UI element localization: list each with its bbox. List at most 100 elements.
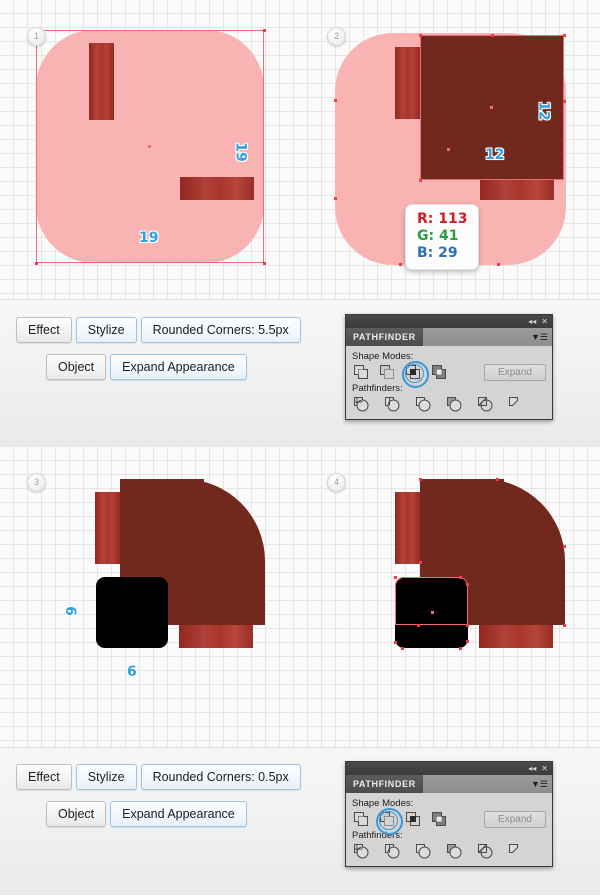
anchor-point[interactable] (466, 624, 469, 627)
pathfinder-divide-button[interactable] (352, 395, 370, 413)
step-badge-3: 3 (27, 473, 46, 492)
tabbar-empty-area: ▼☰ (422, 328, 552, 346)
pathfinders-row-bottom (352, 842, 546, 860)
pathfinder-divide-button[interactable] (352, 842, 370, 860)
close-icon[interactable]: ✕ (541, 317, 548, 326)
canvas-bottom: 6 6 3 4 (0, 447, 600, 747)
panel-menu-icon[interactable]: ▼☰ (531, 779, 548, 789)
anchor-point[interactable] (419, 561, 422, 564)
menu-rounded-corners-button[interactable]: Rounded Corners: 0.5px (140, 764, 301, 790)
rgb-green-value: G: 41 (417, 228, 459, 244)
menu-stylize-button[interactable]: Stylize (75, 317, 137, 343)
shape-mode-exclude-button[interactable] (430, 810, 448, 828)
menu-path-row-1-top: Effect Stylize Rounded Corners: 5.5px (16, 317, 305, 343)
menu-rounded-corners-button[interactable]: Rounded Corners: 5.5px (140, 317, 301, 343)
close-icon[interactable]: ✕ (541, 764, 548, 773)
anchor-point[interactable] (491, 34, 494, 37)
pathfinder-merge-button[interactable] (414, 395, 432, 413)
pathfinder-minus-back-button[interactable] (507, 842, 525, 860)
menu-path-row-2-bottom: Object Expand Appearance (46, 801, 251, 827)
canvas-top: 19 19 1 12 12 R: 113 G: 41 B: 29 2 (0, 0, 600, 299)
menu-effect-button[interactable]: Effect (16, 764, 72, 790)
anchor-point[interactable] (563, 34, 566, 37)
anchor-point[interactable] (401, 647, 404, 650)
center-point (490, 106, 493, 109)
anchor-point[interactable] (497, 263, 500, 266)
anchor-point[interactable] (263, 262, 266, 265)
anchor-point[interactable] (263, 29, 266, 32)
horizontal-bar-shape-2[interactable] (480, 177, 554, 200)
menu-object-button[interactable]: Object (46, 354, 107, 380)
anchor-point[interactable] (394, 641, 397, 644)
pathfinder-trim-button[interactable] (383, 842, 401, 860)
shape-mode-intersect-button[interactable] (404, 810, 422, 828)
menu-path-row-1-bottom: Effect Stylize Rounded Corners: 0.5px (16, 764, 305, 790)
menu-effect-button[interactable]: Effect (16, 317, 72, 343)
anchor-point[interactable] (496, 478, 499, 481)
vertical-bar-shape-2[interactable] (395, 47, 420, 119)
menu-stylize-button[interactable]: Stylize (75, 764, 137, 790)
bottom-bar-shape-4[interactable] (479, 625, 553, 648)
pathfinder-body-bottom: Shape Modes: Expand Pathfinders: (346, 793, 552, 866)
pathfinder-outline-button[interactable] (476, 395, 494, 413)
dimension-label-width: 12 (485, 147, 505, 163)
bottom-bar-shape-3[interactable] (179, 625, 253, 648)
dimension-label-width: 19 (139, 230, 159, 246)
anchor-point[interactable] (419, 34, 422, 37)
pathfinder-crop-button[interactable] (445, 395, 463, 413)
menu-path-row-2-top: Object Expand Appearance (46, 354, 251, 380)
dimension-label-height: 12 (535, 101, 552, 121)
shape-mode-unite-button[interactable] (352, 810, 370, 828)
pathfinder-outline-button[interactable] (476, 842, 494, 860)
anchor-point[interactable] (459, 647, 462, 650)
dark-shape-corner-3[interactable] (180, 479, 265, 625)
pathfinder-tabbar-top: PATHFINDER ▼☰ (346, 328, 552, 346)
left-bar-shape-4[interactable] (395, 492, 420, 564)
panel-menu-icon[interactable]: ▼☰ (531, 332, 548, 342)
pathfinder-panel-top[interactable]: ◂◂ ✕ PATHFINDER ▼☰ Shape Modes: Expand P… (345, 314, 553, 420)
anchor-point[interactable] (419, 478, 422, 481)
anchor-point[interactable] (419, 179, 422, 182)
pathfinder-crop-button[interactable] (445, 842, 463, 860)
anchor-point[interactable] (466, 583, 469, 586)
pathfinder-body-top: Shape Modes: Expand Pathfinders: (346, 346, 552, 419)
dark-shape-corner-4[interactable] (480, 479, 565, 625)
shape-mode-intersect-button[interactable] (401, 360, 429, 388)
shape-mode-exclude-button[interactable] (430, 363, 448, 381)
tab-pathfinder[interactable]: PATHFINDER (346, 775, 423, 793)
black-square-shape-3[interactable] (96, 577, 168, 648)
shape-modes-label: Shape Modes: (352, 351, 414, 362)
anchor-point[interactable] (35, 262, 38, 265)
collapse-to-icons-icon[interactable]: ◂◂ (528, 317, 536, 326)
pathfinder-panel-bottom[interactable]: ◂◂ ✕ PATHFINDER ▼☰ Shape Modes: Expand P… (345, 761, 553, 867)
pathfinder-merge-button[interactable] (414, 842, 432, 860)
left-bar-shape-3[interactable] (95, 492, 120, 564)
center-point (148, 145, 151, 148)
selection-bounding-box-4[interactable] (395, 577, 468, 625)
toolbar-strip-top: Effect Stylize Rounded Corners: 5.5px Ob… (0, 299, 600, 447)
shape-modes-row-top: Expand (352, 360, 546, 388)
tab-pathfinder[interactable]: PATHFINDER (346, 328, 423, 346)
collapse-to-icons-icon[interactable]: ◂◂ (528, 764, 536, 773)
anchor-point[interactable] (563, 100, 566, 103)
menu-expand-appearance-button[interactable]: Expand Appearance (110, 801, 247, 827)
anchor-point[interactable] (399, 263, 402, 266)
pathfinder-minus-back-button[interactable] (507, 395, 525, 413)
anchor-point[interactable] (563, 624, 566, 627)
menu-expand-appearance-button[interactable]: Expand Appearance (110, 354, 247, 380)
rgb-color-readout-tooltip: R: 113 G: 41 B: 29 (405, 204, 480, 270)
expand-button[interactable]: Expand (484, 363, 546, 381)
menu-object-button[interactable]: Object (46, 801, 107, 827)
anchor-point[interactable] (334, 197, 337, 200)
shape-mode-minus-front-button[interactable] (378, 363, 396, 381)
anchor-point[interactable] (466, 640, 469, 643)
shape-mode-unite-button[interactable] (352, 363, 370, 381)
anchor-point[interactable] (334, 99, 337, 102)
anchor-point[interactable] (394, 576, 397, 579)
anchor-point[interactable] (459, 576, 462, 579)
shape-mode-minus-front-button[interactable] (375, 807, 403, 835)
expand-button[interactable]: Expand (484, 810, 546, 828)
pathfinder-trim-button[interactable] (383, 395, 401, 413)
anchor-point[interactable] (563, 545, 566, 548)
anchor-point[interactable] (417, 624, 420, 627)
